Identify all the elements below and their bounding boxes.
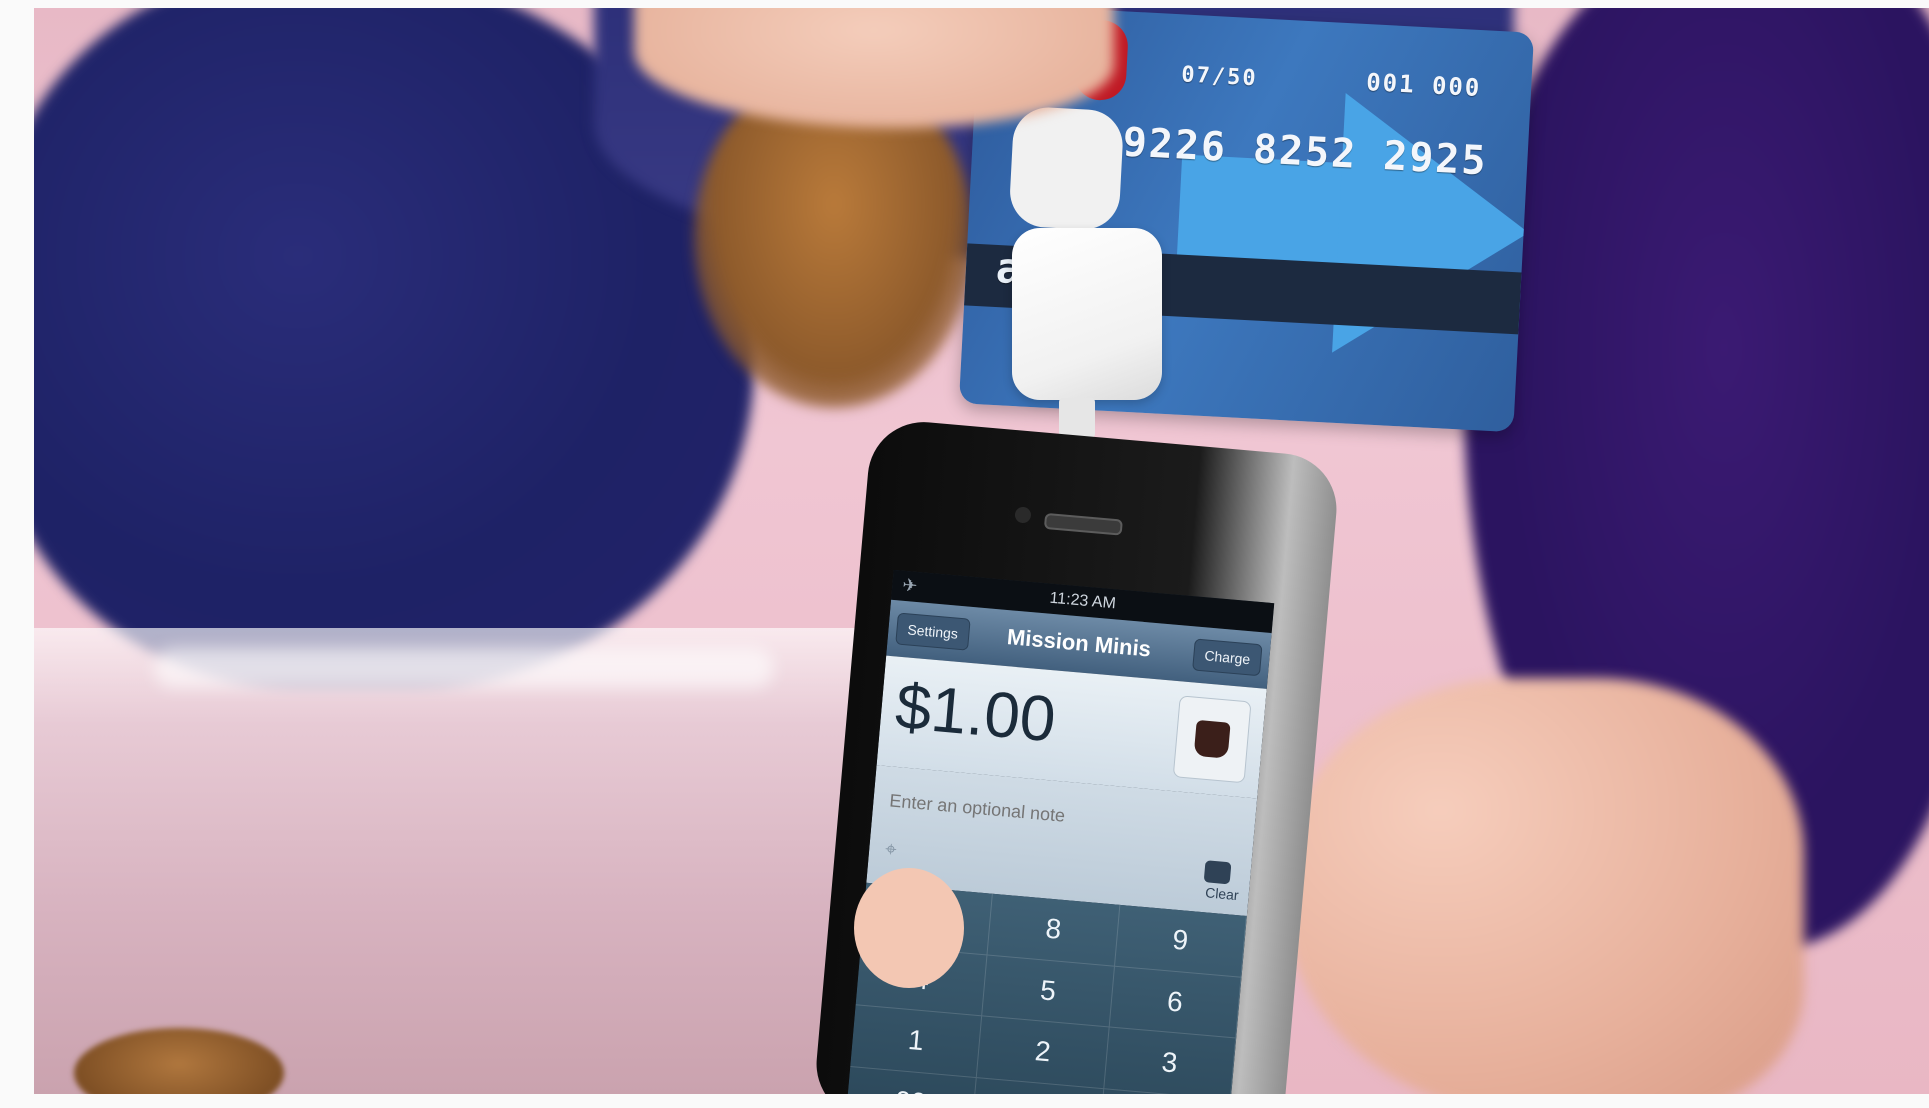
key-2[interactable]: 2 — [977, 1016, 1110, 1089]
clear-button[interactable]: Clear — [1205, 884, 1240, 903]
key-9[interactable]: 9 — [1114, 904, 1247, 978]
photo: 07/50 001 000 9226 8252 2925 ayk ✈ 11:23… — [34, 8, 1929, 1094]
thumb — [854, 868, 964, 988]
key-6[interactable]: 6 — [1109, 966, 1242, 1039]
phone-screen: ✈ 11:23 AM Settings Mission Minis Charge… — [844, 569, 1275, 1094]
card-hologram — [1008, 105, 1125, 232]
amount-display: $1.00 — [892, 669, 1059, 756]
camera-icon[interactable] — [1203, 860, 1232, 885]
card-valid-date: 07/50 — [1180, 62, 1259, 92]
card-reader — [1012, 228, 1162, 400]
note-input[interactable] — [886, 784, 1192, 843]
card-reader-plug — [1059, 398, 1095, 438]
right-hand — [1284, 678, 1804, 1094]
charge-button[interactable]: Charge — [1192, 638, 1263, 677]
smartphone: ✈ 11:23 AM Settings Mission Minis Charge… — [811, 417, 1342, 1094]
counter-reflection — [154, 648, 774, 688]
key-8[interactable]: 8 — [987, 893, 1121, 967]
key-3[interactable]: 3 — [1103, 1027, 1237, 1094]
key-5[interactable]: 5 — [982, 955, 1115, 1028]
glass-counter — [34, 628, 934, 1094]
item-thumbnail[interactable] — [1172, 695, 1252, 784]
key-1[interactable]: 1 — [850, 1005, 983, 1078]
tag-icon[interactable]: ⌖ — [884, 838, 897, 862]
cupcake-icon — [1193, 719, 1231, 759]
card-small-text: 001 000 — [1365, 68, 1483, 103]
